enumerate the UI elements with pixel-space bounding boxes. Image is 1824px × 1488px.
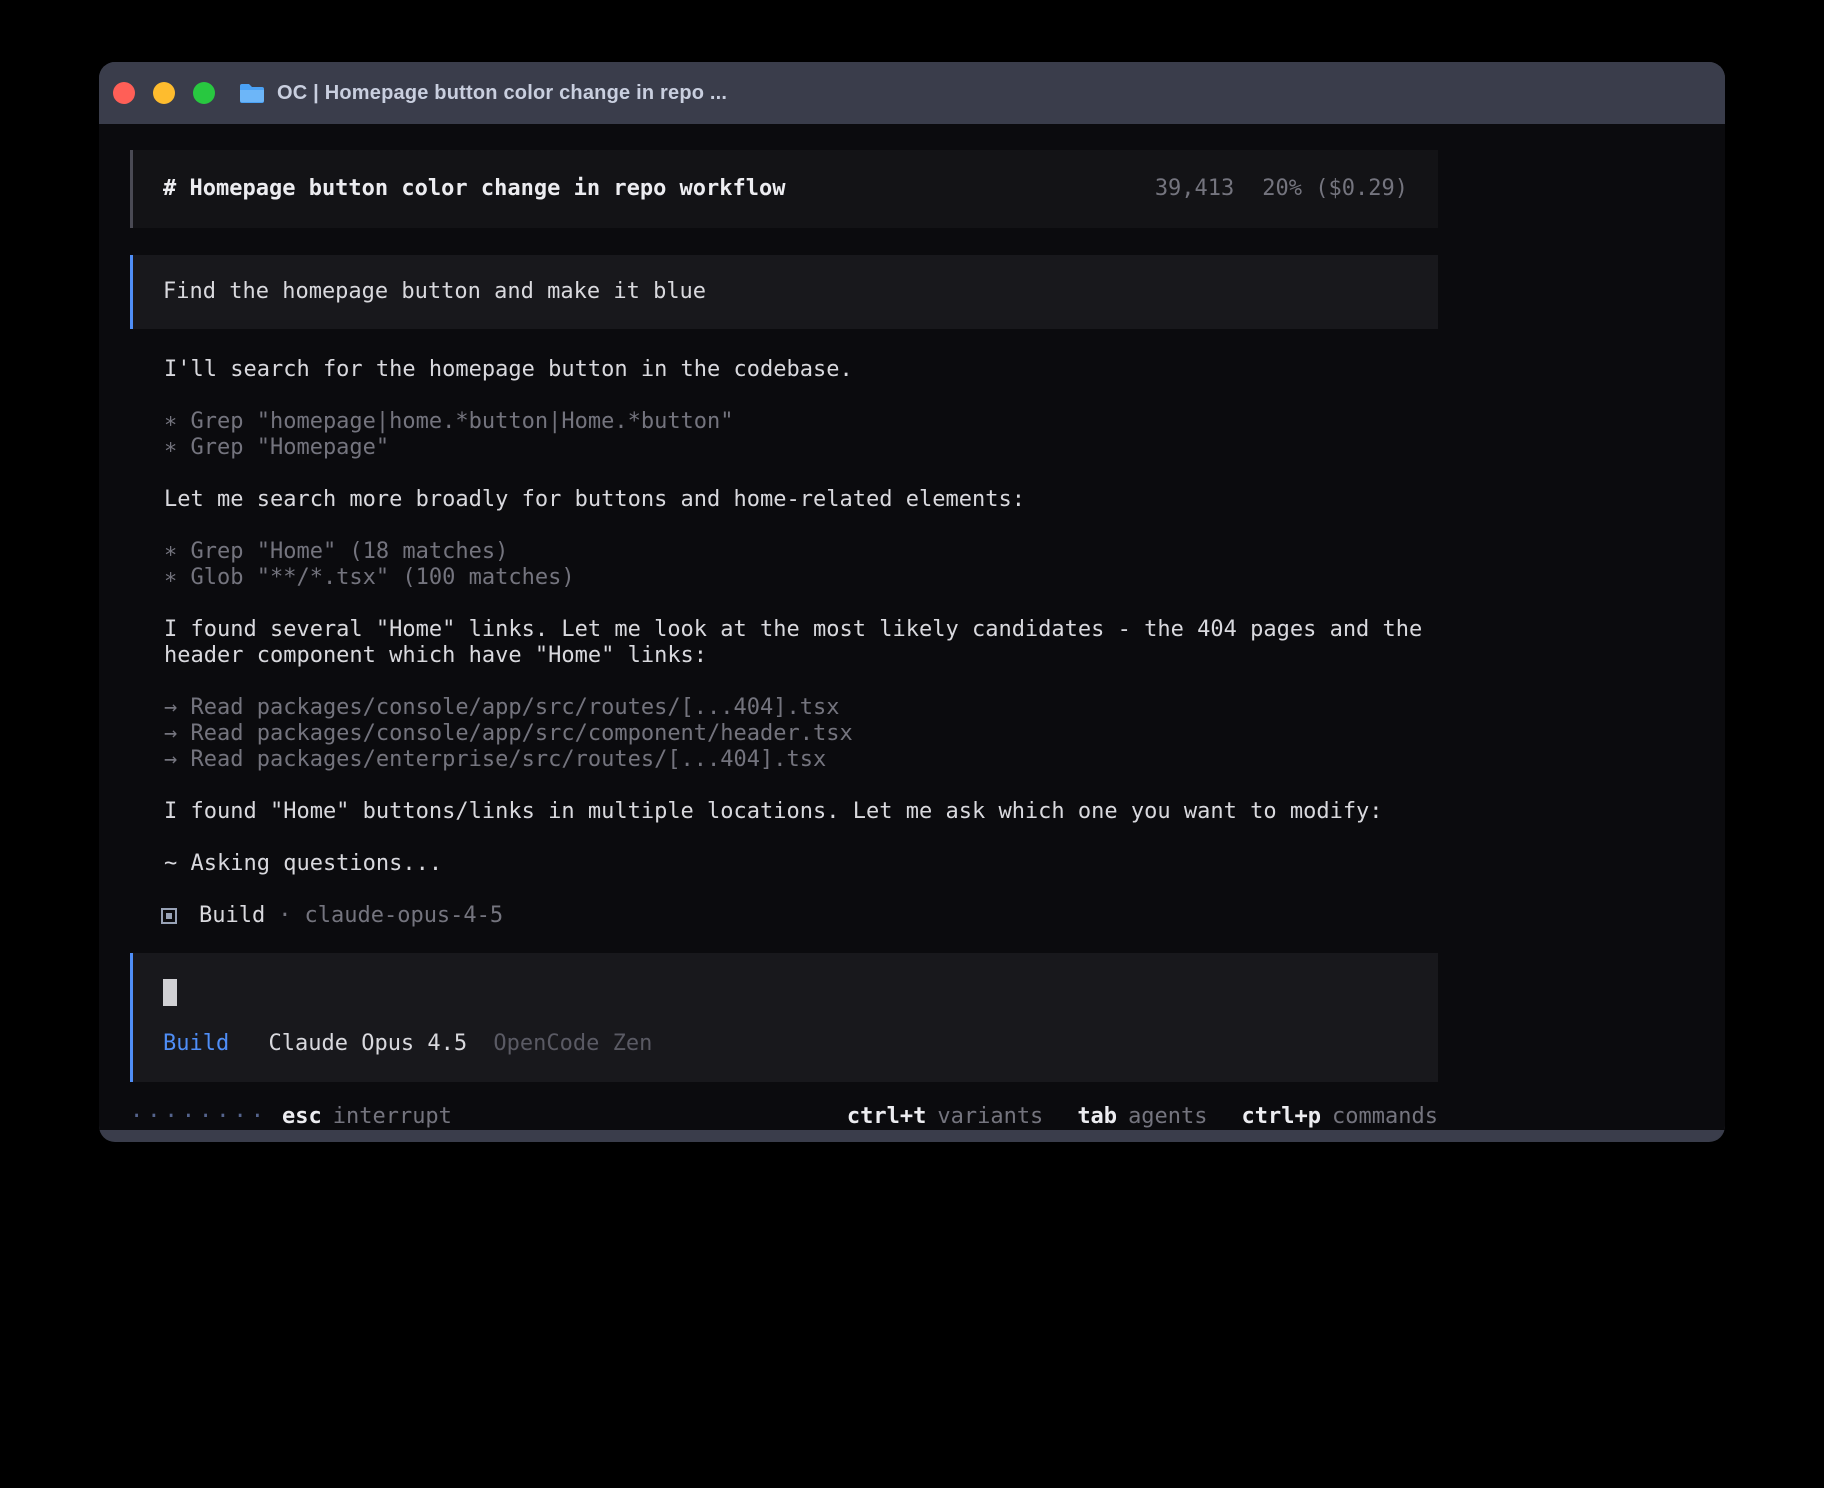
agent-status-line: Build · claude-opus-4-5 <box>130 903 1438 929</box>
agent-model: claude-opus-4-5 <box>304 903 503 929</box>
ctrl-t-key: ctrl+t <box>847 1104 926 1130</box>
build-agent-icon <box>161 908 177 924</box>
session-stats: 39,413 20% ($0.29) <box>1155 176 1408 202</box>
token-count: 39,413 <box>1155 176 1234 202</box>
folder-icon <box>239 82 265 104</box>
shortcut-agents: tab agents <box>1077 1104 1207 1130</box>
mode-label: Build <box>163 1031 229 1056</box>
esc-label: interrupt <box>333 1104 452 1130</box>
shortcut-commands: ctrl+p commands <box>1242 1104 1438 1130</box>
user-message-block: Find the homepage button and make it blu… <box>130 255 1438 329</box>
terminal-body: # Homepage button color change in repo w… <box>99 124 1725 1130</box>
tab-key: tab <box>1077 1104 1117 1130</box>
model-label: Claude Opus 4.5 <box>268 1031 467 1056</box>
text-cursor <box>163 979 177 1006</box>
assistant-message: I found several "Home" links. Let me loo… <box>164 617 1438 669</box>
variants-label: variants <box>937 1104 1043 1130</box>
tool-call-grep: ∗ Grep "Home" (18 matches) <box>164 539 1438 565</box>
window-title-group: OC | Homepage button color change in rep… <box>239 82 727 105</box>
esc-key: esc <box>282 1104 322 1130</box>
user-message-text: Find the homepage button and make it blu… <box>163 279 706 304</box>
assistant-message: Let me search more broadly for buttons a… <box>164 487 1438 513</box>
commands-label: commands <box>1332 1104 1438 1130</box>
minimize-button[interactable] <box>153 82 175 104</box>
prompt-input[interactable]: Build Claude Opus 4.5 OpenCode Zen <box>130 953 1438 1082</box>
provider-label: OpenCode Zen <box>493 1031 652 1056</box>
agent-separator: · <box>278 903 291 929</box>
session-title: # Homepage button color change in repo w… <box>163 176 786 202</box>
tool-call-read: → Read packages/console/app/src/routes/[… <box>164 695 1438 721</box>
agents-label: agents <box>1128 1104 1207 1130</box>
tool-call-read: → Read packages/console/app/src/componen… <box>164 721 1438 747</box>
status-footer: ········ esc interrupt ctrl+t variants t… <box>130 1104 1438 1130</box>
tool-call-glob: ∗ Glob "**/*.tsx" (100 matches) <box>164 565 1438 591</box>
session-header: # Homepage button color change in repo w… <box>130 150 1438 228</box>
shortcut-interrupt: esc interrupt <box>282 1104 452 1130</box>
ctrl-p-key: ctrl+p <box>1242 1104 1321 1130</box>
tool-call-read: → Read packages/enterprise/src/routes/[.… <box>164 747 1438 773</box>
zoom-button[interactable] <box>193 82 215 104</box>
context-usage: 20% ($0.29) <box>1262 176 1408 202</box>
conversation: I'll search for the homepage button in t… <box>130 357 1438 877</box>
window-titlebar[interactable]: OC | Homepage button color change in rep… <box>99 62 1725 124</box>
input-meta: Build Claude Opus 4.5 OpenCode Zen <box>163 1031 1408 1057</box>
assistant-message: I'll search for the homepage button in t… <box>164 357 1438 383</box>
window-title: OC | Homepage button color change in rep… <box>277 82 727 105</box>
agent-label: Build <box>199 903 265 929</box>
assistant-message: I found "Home" buttons/links in multiple… <box>164 799 1438 825</box>
close-button[interactable] <box>113 82 135 104</box>
terminal-window: OC | Homepage button color change in rep… <box>99 62 1725 1142</box>
working-indicator-dots: ········ <box>130 1104 268 1130</box>
shortcut-variants: ctrl+t variants <box>847 1104 1043 1130</box>
traffic-lights <box>113 82 215 104</box>
assistant-status-message: ~ Asking questions... <box>164 851 1438 877</box>
tool-call-grep: ∗ Grep "Homepage" <box>164 435 1438 461</box>
tool-call-grep: ∗ Grep "homepage|home.*button|Home.*butt… <box>164 409 1438 435</box>
